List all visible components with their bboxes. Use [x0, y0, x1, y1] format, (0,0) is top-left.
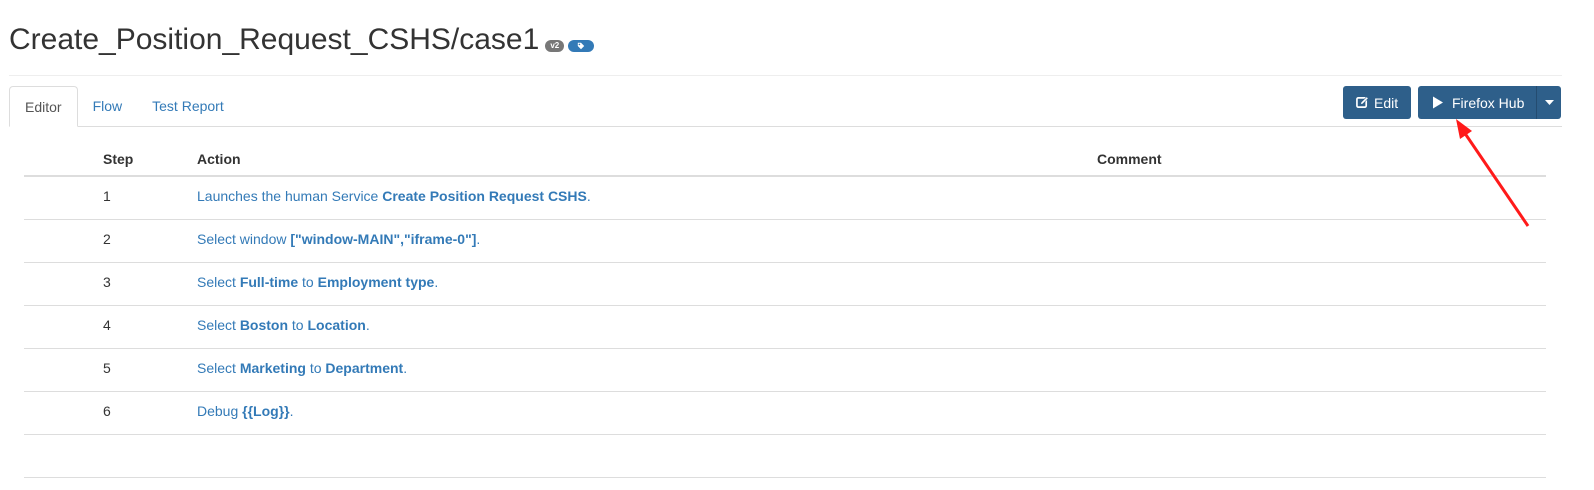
action-parameter: ["window-MAIN","iframe-0"] — [290, 231, 477, 247]
run-button-group: Firefox Hub — [1418, 86, 1561, 119]
step-action[interactable]: Select window ["window-MAIN","iframe-0"]… — [197, 231, 480, 247]
tab-editor[interactable]: Editor — [9, 86, 78, 127]
action-text: Launches the human Service — [197, 188, 383, 204]
step-number: 3 — [103, 274, 111, 290]
steps-table: Step Action Comment 1 Launches the human … — [24, 141, 1546, 478]
column-header-comment: Comment — [1097, 151, 1162, 167]
column-header-action: Action — [197, 151, 241, 167]
run-options-dropdown[interactable] — [1536, 86, 1561, 119]
table-row: 3 Select Full-time to Employment type. — [24, 263, 1546, 306]
action-text: Select window — [197, 231, 291, 247]
tab-bar: Editor Flow Test Report — [9, 86, 239, 127]
step-action[interactable]: Debug {{Log}}. — [197, 403, 294, 419]
tab-flow[interactable]: Flow — [78, 86, 138, 126]
step-action[interactable]: Select Boston to Location. — [197, 317, 370, 333]
step-number: 4 — [103, 317, 111, 333]
action-text: . — [586, 188, 591, 204]
tab-underline — [9, 126, 1562, 127]
table-row: 1 Launches the human Service Create Posit… — [24, 177, 1546, 220]
action-parameter: Marketing — [239, 360, 306, 376]
action-text: . — [434, 274, 439, 290]
action-parameter: Employment type — [317, 274, 435, 290]
step-action[interactable]: Launches the human Service Create Positi… — [197, 188, 591, 204]
action-text: to — [305, 360, 326, 376]
tag-badge[interactable] — [568, 40, 595, 52]
column-header-step: Step — [103, 151, 134, 167]
action-text: . — [403, 360, 408, 376]
step-action[interactable]: Select Marketing to Department. — [197, 360, 407, 376]
action-text: Select — [197, 317, 240, 333]
action-parameter: Department — [325, 360, 404, 376]
action-text: Select — [197, 360, 240, 376]
edit-icon — [1356, 96, 1369, 108]
step-action[interactable]: Select Full-time to Employment type. — [197, 274, 438, 290]
edit-button[interactable]: Edit — [1343, 86, 1411, 119]
action-text: to — [298, 274, 318, 290]
table-row: 4 Select Boston to Location. — [24, 306, 1546, 349]
run-firefox-hub-button[interactable]: Firefox Hub — [1418, 86, 1536, 119]
version-badge: v2 — [545, 40, 565, 52]
title-divider — [9, 75, 1562, 76]
tag-icon — [578, 42, 585, 50]
table-row: 2 Select window ["window-MAIN","iframe-0"… — [24, 220, 1546, 263]
action-text: Select — [197, 274, 240, 290]
action-text: . — [476, 231, 481, 247]
table-row-empty — [24, 435, 1546, 478]
run-button-label: Firefox Hub — [1452, 94, 1525, 111]
play-icon — [1433, 96, 1443, 109]
action-text: . — [365, 317, 370, 333]
action-parameter: Boston — [239, 317, 289, 333]
action-text: Debug — [197, 403, 243, 419]
caret-down-icon — [1544, 100, 1554, 105]
action-parameter: Full-time — [239, 274, 299, 290]
page-title: Create_Position_Request_CSHS/case1 — [9, 23, 540, 56]
tab-test-report[interactable]: Test Report — [137, 86, 239, 126]
table-header-row: Step Action Comment — [24, 141, 1546, 177]
title-row: Create_Position_Request_CSHS/case1 v2 — [9, 22, 595, 58]
step-number: 6 — [103, 403, 111, 419]
step-number: 1 — [103, 188, 111, 204]
table-row: 5 Select Marketing to Department. — [24, 349, 1546, 392]
edit-button-label: Edit — [1374, 94, 1399, 111]
action-text: to — [288, 317, 308, 333]
table-row: 6 Debug {{Log}}. — [24, 392, 1546, 435]
action-text: . — [289, 403, 294, 419]
action-parameter: {{Log}} — [242, 403, 290, 419]
action-parameter: Location — [307, 317, 366, 333]
table-body: 1 Launches the human Service Create Posit… — [24, 177, 1546, 435]
step-number: 2 — [103, 231, 111, 247]
step-number: 5 — [103, 360, 111, 376]
action-parameter: Create Position Request CSHS — [382, 188, 587, 204]
page: Create_Position_Request_CSHS/case1 v2 Ed… — [0, 0, 1594, 490]
